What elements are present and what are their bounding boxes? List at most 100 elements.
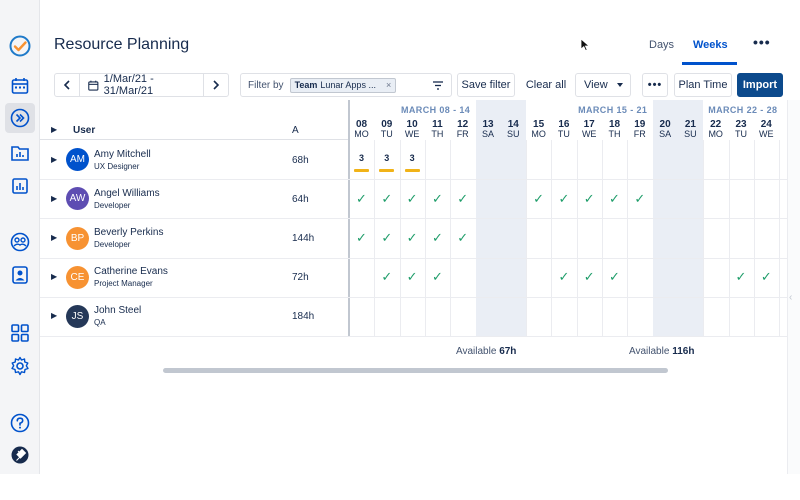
resource-planning-icon[interactable]: [5, 103, 35, 133]
import-button[interactable]: Import: [737, 73, 783, 97]
column-header-a[interactable]: A: [292, 125, 299, 136]
expand-all-icon[interactable]: ▶: [51, 125, 57, 134]
checkmark-icon[interactable]: ✓: [450, 230, 475, 246]
more-options-button[interactable]: •••: [753, 34, 771, 50]
collapse-panel-icon[interactable]: ‹: [789, 292, 792, 303]
horizontal-scrollbar[interactable]: [163, 368, 668, 373]
expand-row-icon[interactable]: ▶: [51, 233, 57, 242]
user-role: Developer: [94, 240, 131, 249]
avatar[interactable]: AW: [66, 187, 89, 211]
next-period-button[interactable]: [203, 73, 229, 97]
allocated-hours[interactable]: 3: [349, 153, 374, 163]
date-range-text: 1/Mar/21 - 31/Mar/21: [103, 73, 154, 97]
day-name: TH: [431, 129, 444, 139]
day-separator: [779, 140, 781, 336]
column-header-user[interactable]: User: [73, 125, 95, 136]
checkmark-icon[interactable]: ✓: [450, 191, 475, 207]
user-role: Project Manager: [94, 279, 153, 289]
row-divider: [40, 296, 788, 298]
week-label: MARCH 22 - 28: [708, 105, 778, 115]
avatar[interactable]: JS: [66, 304, 89, 328]
checkmark-icon[interactable]: ✓: [400, 191, 425, 207]
user-name[interactable]: Beverly Perkins: [94, 227, 163, 238]
help-icon[interactable]: [7, 410, 33, 436]
user-name[interactable]: John Steel: [94, 305, 141, 316]
expand-row-icon[interactable]: ▶: [51, 272, 57, 281]
tab-days[interactable]: Days: [649, 39, 674, 51]
bottom-margin: [0, 474, 800, 500]
checkmark-icon[interactable]: ✓: [551, 191, 576, 207]
expand-row-icon[interactable]: ▶: [51, 194, 57, 203]
checkmark-icon[interactable]: ✓: [400, 230, 425, 246]
checkmark-icon[interactable]: ✓: [425, 191, 450, 207]
team-icon[interactable]: [7, 229, 33, 255]
page-title: Resource Planning: [54, 36, 190, 53]
allocated-hours[interactable]: 3: [400, 153, 425, 163]
row-divider: [40, 179, 788, 181]
week1-available-hours: 67h: [499, 346, 517, 357]
allocated-hours[interactable]: 3: [374, 153, 399, 163]
user-name[interactable]: Catherine Evans: [94, 266, 168, 277]
reports-icon[interactable]: [7, 173, 33, 199]
checkmark-icon[interactable]: ✓: [400, 269, 425, 285]
day-name: TU: [735, 129, 747, 139]
plan-time-button[interactable]: Plan Time: [674, 73, 732, 97]
app-sidebar: [0, 0, 40, 474]
clear-all-button[interactable]: Clear all: [522, 73, 570, 97]
day-name: TU: [380, 129, 393, 139]
row-divider: [40, 336, 788, 337]
apps-grid-icon[interactable]: [7, 320, 33, 346]
checkmark-icon[interactable]: ✓: [374, 191, 399, 207]
checkmark-icon[interactable]: ✓: [425, 269, 450, 285]
avatar[interactable]: CE: [66, 265, 89, 289]
user-profile-icon[interactable]: [7, 262, 33, 288]
previous-period-button[interactable]: [54, 73, 80, 97]
toolbar-more-button[interactable]: •••: [642, 73, 668, 97]
checkmark-icon[interactable]: ✓: [349, 191, 374, 207]
user-name[interactable]: Amy Mitchell: [94, 149, 151, 160]
gear-icon[interactable]: [7, 353, 33, 379]
view-dropdown[interactable]: View: [575, 73, 631, 97]
day-name: WE: [404, 129, 420, 139]
tab-weeks[interactable]: Weeks: [693, 39, 728, 51]
expand-row-icon[interactable]: ▶: [51, 155, 57, 164]
avatar[interactable]: AM: [66, 148, 89, 172]
day-name: SU: [507, 129, 520, 139]
checkmark-icon[interactable]: ✓: [602, 191, 627, 207]
checkmark-icon[interactable]: ✓: [729, 269, 754, 285]
checkmark-icon[interactable]: ✓: [602, 269, 627, 285]
expand-row-icon[interactable]: ▶: [51, 311, 57, 320]
app-logo-icon[interactable]: [7, 33, 33, 59]
available-label: Available: [456, 346, 497, 357]
filter-bar[interactable]: Filter by Team Lunar Apps ... ×: [240, 73, 452, 97]
user-hours: 64h: [292, 193, 309, 205]
avatar[interactable]: BP: [66, 226, 89, 250]
week1-availability: Available 67h: [456, 346, 516, 357]
calendar-icon[interactable]: [7, 73, 33, 99]
checkmark-icon[interactable]: ✓: [526, 191, 551, 207]
folder-chart-icon[interactable]: [7, 140, 33, 166]
filter-chip-value: Lunar Apps ...: [320, 80, 376, 90]
user-hours: 68h: [292, 154, 309, 166]
user-name[interactable]: Angel Williams: [94, 188, 160, 199]
filter-chip-team[interactable]: Team Lunar Apps ... ×: [289, 77, 397, 93]
checkmark-icon[interactable]: ✓: [754, 269, 779, 285]
checkmark-icon[interactable]: ✓: [374, 269, 399, 285]
user-role: Developer: [94, 200, 131, 210]
pin-icon[interactable]: [7, 442, 33, 468]
checkmark-icon[interactable]: ✓: [627, 191, 652, 207]
remove-filter-icon[interactable]: ×: [386, 80, 391, 90]
checkmark-icon[interactable]: ✓: [551, 269, 576, 285]
user-role: UX Designer: [94, 161, 140, 171]
day-name: TH: [608, 129, 621, 139]
checkmark-icon[interactable]: ✓: [577, 269, 602, 285]
checkmark-icon[interactable]: ✓: [577, 191, 602, 207]
checkmark-icon[interactable]: ✓: [374, 230, 399, 246]
day-name: SA: [659, 129, 672, 139]
filter-icon[interactable]: [433, 81, 443, 90]
user-hours: 72h: [292, 272, 309, 284]
save-filter-button[interactable]: Save filter: [457, 73, 515, 97]
date-range-picker[interactable]: 1/Mar/21 - 31/Mar/21: [80, 73, 203, 97]
checkmark-icon[interactable]: ✓: [425, 230, 450, 246]
checkmark-icon[interactable]: ✓: [349, 230, 374, 246]
